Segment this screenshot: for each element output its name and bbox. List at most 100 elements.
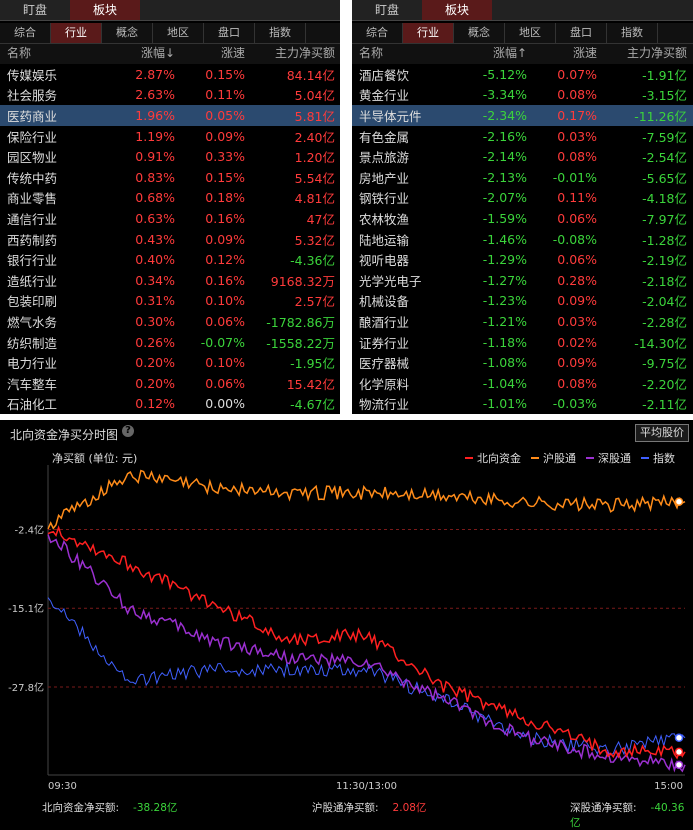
table-row[interactable]: 银行行业 0.40% 0.12% -4.36亿 xyxy=(0,249,340,270)
tab-orderbook[interactable]: 盘口 xyxy=(556,23,607,43)
table-row[interactable]: 证券行业 -1.18% 0.02% -14.30亿 xyxy=(352,332,693,353)
table-row[interactable]: 化学原料 -1.04% 0.08% -2.20亿 xyxy=(352,373,693,394)
net-buy-value: -2.54 xyxy=(642,150,675,166)
col-change-sort-desc[interactable]: 涨幅↓ xyxy=(102,44,175,64)
speed-pct: 0.06% xyxy=(557,210,597,226)
table-row[interactable]: 传统中药 0.83% 0.15% 5.54亿 xyxy=(0,167,340,188)
net-buy-unit: 亿 xyxy=(674,232,687,248)
table-row[interactable]: 半导体元件 -2.34% 0.17% -11.26亿 xyxy=(352,105,693,126)
net-buy-unit: 亿 xyxy=(322,88,335,104)
speed-pct: 0.11% xyxy=(205,87,245,103)
col-change-sort-asc[interactable]: 涨幅↑ xyxy=(454,44,527,64)
speed-pct: 0.16% xyxy=(205,210,245,226)
table-row[interactable]: 物流行业 -1.01% -0.03% -2.11亿 xyxy=(352,394,693,415)
tab-orderbook[interactable]: 盘口 xyxy=(204,23,255,43)
tab-industry[interactable]: 行业 xyxy=(51,23,102,43)
tab-index[interactable]: 指数 xyxy=(255,23,306,43)
net-buy-unit: 亿 xyxy=(674,67,687,83)
tab-region[interactable]: 地区 xyxy=(153,23,204,43)
net-buy-value: 4.81 xyxy=(294,191,323,207)
table-row[interactable]: 园区物业 0.91% 0.33% 1.20亿 xyxy=(0,146,340,167)
change-pct: 0.26% xyxy=(135,334,175,350)
speed-pct: 0.08% xyxy=(557,87,597,103)
tab-concept[interactable]: 概念 xyxy=(102,23,153,43)
table-row[interactable]: 钢铁行业 -2.07% 0.11% -4.18亿 xyxy=(352,188,693,209)
sector-name: 景点旅游 xyxy=(359,150,410,166)
col-main-net-buy[interactable]: 主力净买额 xyxy=(245,44,335,64)
table-row[interactable]: 包装印刷 0.31% 0.10% 2.57亿 xyxy=(0,291,340,312)
col-name[interactable]: 名称 xyxy=(352,44,454,64)
series-line xyxy=(47,597,686,756)
table-row[interactable]: 医药商业 1.96% 0.05% 5.81亿 xyxy=(0,105,340,126)
change-pct: 0.31% xyxy=(135,293,175,309)
net-buy-unit: 亿 xyxy=(674,273,687,289)
col-name[interactable]: 名称 xyxy=(0,44,102,64)
change-pct: 2.87% xyxy=(135,66,175,82)
table-row[interactable]: 传媒娱乐 2.87% 0.15% 84.14亿 xyxy=(0,64,340,85)
change-pct: -1.01% xyxy=(482,396,527,412)
sector-name: 钢铁行业 xyxy=(359,191,410,207)
net-buy-value: -1558.22 xyxy=(266,335,323,351)
tab-industry[interactable]: 行业 xyxy=(403,23,454,43)
table-row[interactable]: 通信行业 0.63% 0.16% 47亿 xyxy=(0,208,340,229)
main-net-buy: 2.57亿 xyxy=(245,291,335,310)
sector-name: 包装印刷 xyxy=(7,294,58,310)
table-row[interactable]: 农林牧渔 -1.59% 0.06% -7.97亿 xyxy=(352,208,693,229)
tab-watch[interactable]: 盯盘 xyxy=(0,0,70,20)
col-main-net-buy[interactable]: 主力净买额 xyxy=(597,44,687,64)
table-row[interactable]: 酒店餐饮 -5.12% 0.07% -1.91亿 xyxy=(352,64,693,85)
tab-index[interactable]: 指数 xyxy=(607,23,658,43)
main-net-buy: -2.19亿 xyxy=(597,250,687,269)
table-row[interactable]: 社会服务 2.63% 0.11% 5.04亿 xyxy=(0,85,340,106)
main-net-buy: -1558.22万 xyxy=(245,333,335,352)
table-row[interactable]: 黄金行业 -3.34% 0.08% -3.15亿 xyxy=(352,85,693,106)
sector-name: 商业零售 xyxy=(7,191,58,207)
table-row[interactable]: 电力行业 0.20% 0.10% -1.95亿 xyxy=(0,352,340,373)
table-row[interactable]: 机械设备 -1.23% 0.09% -2.04亿 xyxy=(352,291,693,312)
change-pct: -2.14% xyxy=(482,149,527,165)
y-tick-label: -27.8亿 xyxy=(8,681,44,694)
top-tabs: 盯盘 板块 xyxy=(352,0,693,21)
table-row[interactable]: 房地产业 -2.13% -0.01% -5.65亿 xyxy=(352,167,693,188)
sector-name: 农林牧渔 xyxy=(359,211,410,227)
main-net-buy: 5.04亿 xyxy=(245,85,335,104)
net-buy-value: -9.75 xyxy=(642,356,675,372)
tab-overview[interactable]: 综合 xyxy=(352,23,403,43)
table-row[interactable]: 西药制药 0.43% 0.09% 5.32亿 xyxy=(0,229,340,250)
table-header: 名称 涨幅↓ 涨速 主力净买额 xyxy=(0,43,340,64)
speed-pct: 0.17% xyxy=(557,107,597,123)
tab-concept[interactable]: 概念 xyxy=(454,23,505,43)
net-buy-value: -4.67 xyxy=(290,397,323,413)
sector-name: 银行行业 xyxy=(7,253,58,269)
tab-sector[interactable]: 板块 xyxy=(70,0,140,20)
tab-watch[interactable]: 盯盘 xyxy=(352,0,422,20)
net-buy-unit: 亿 xyxy=(322,67,335,83)
table-row[interactable]: 纺织制造 0.26% -0.07% -1558.22万 xyxy=(0,332,340,353)
net-buy-unit: 亿 xyxy=(674,191,687,207)
x-tick-label: 15:00 xyxy=(654,781,683,792)
tab-sector[interactable]: 板块 xyxy=(422,0,492,20)
sector-name: 西药制药 xyxy=(7,232,58,248)
main-net-buy: -2.28亿 xyxy=(597,312,687,331)
table-row[interactable]: 医疗器械 -1.08% 0.09% -9.75亿 xyxy=(352,352,693,373)
tab-overview[interactable]: 综合 xyxy=(0,23,51,43)
table-row[interactable]: 酿酒行业 -1.21% 0.03% -2.28亿 xyxy=(352,311,693,332)
table-row[interactable]: 有色金属 -2.16% 0.03% -7.59亿 xyxy=(352,126,693,147)
col-speed[interactable]: 涨速 xyxy=(175,44,245,64)
tab-region[interactable]: 地区 xyxy=(505,23,556,43)
table-row[interactable]: 汽车整车 0.20% 0.06% 15.42亿 xyxy=(0,373,340,394)
table-row[interactable]: 燃气水务 0.30% 0.06% -1782.86万 xyxy=(0,311,340,332)
table-row[interactable]: 视听电器 -1.29% 0.06% -2.19亿 xyxy=(352,249,693,270)
footer-shenzhen-connect: 深股通净买额: -40.36亿 xyxy=(570,800,693,830)
table-row[interactable]: 光学光电子 -1.27% 0.28% -2.18亿 xyxy=(352,270,693,291)
table-row[interactable]: 陆地运输 -1.46% -0.08% -1.28亿 xyxy=(352,229,693,250)
table-row[interactable]: 景点旅游 -2.14% 0.08% -2.54亿 xyxy=(352,146,693,167)
table-row[interactable]: 商业零售 0.68% 0.18% 4.81亿 xyxy=(0,188,340,209)
table-row[interactable]: 保险行业 1.19% 0.09% 2.40亿 xyxy=(0,126,340,147)
table-row[interactable]: 造纸行业 0.34% 0.16% 9168.32万 xyxy=(0,270,340,291)
table-row[interactable]: 石油化工 0.12% 0.00% -4.67亿 xyxy=(0,394,340,415)
net-buy-unit: 亿 xyxy=(674,376,687,392)
net-buy-unit: 亿 xyxy=(674,397,687,413)
speed-pct: 0.05% xyxy=(205,107,245,123)
col-speed[interactable]: 涨速 xyxy=(527,44,597,64)
